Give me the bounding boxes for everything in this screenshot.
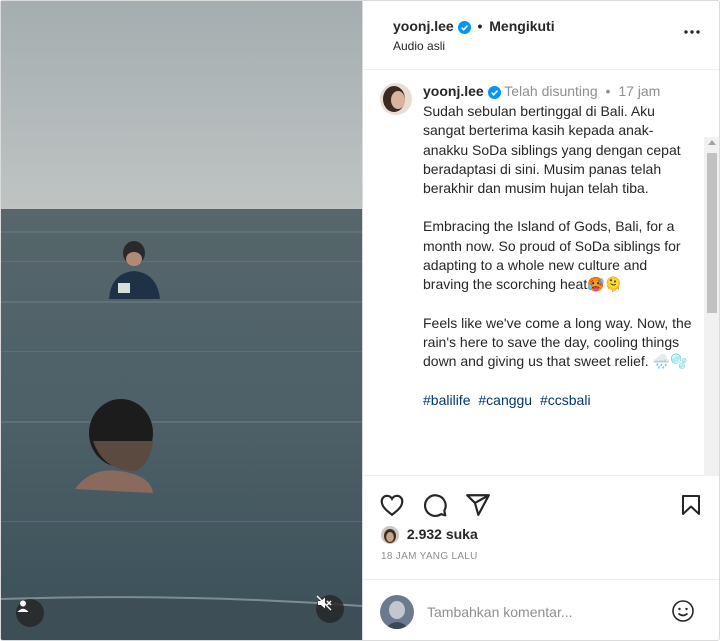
comment-button[interactable] (422, 492, 448, 523)
post-actions: 2.932 suka 18 JAM YANG LALU Tambahkan ko… (363, 475, 719, 640)
caption-username[interactable]: yoonj.lee (423, 83, 484, 99)
user-tag-button[interactable] (16, 599, 44, 627)
caption-area: yoonj.lee Telah disunting • 17 jam Sudah… (363, 69, 719, 475)
hashtag-link[interactable]: #ccsbali (540, 392, 591, 408)
heart-icon (380, 494, 404, 517)
caption-paragraph-1: Sudah sebulan bertinggal di Bali. Aku sa… (423, 103, 681, 197)
emoji-icon (672, 600, 694, 622)
like-button[interactable] (379, 492, 405, 523)
user-tag-icon (17, 600, 29, 612)
comment-icon (424, 494, 447, 517)
verified-badge-icon (457, 20, 471, 34)
author-avatar-image (380, 83, 412, 115)
more-options-button[interactable] (683, 23, 701, 46)
post-details-panel: yoonj.lee • Mengikuti Audio asli yoonj.l… (362, 1, 719, 640)
liker-avatar (381, 526, 399, 545)
save-button[interactable] (679, 492, 703, 523)
comment-input[interactable]: Tambahkan komentar... (427, 604, 573, 620)
likes-summary[interactable]: 2.932 suka (381, 526, 478, 545)
more-options-icon (684, 30, 700, 34)
share-icon (466, 494, 490, 516)
verified-badge-icon (487, 85, 501, 99)
mute-icon (316, 595, 332, 611)
likes-label: suka (445, 526, 478, 542)
author-avatar[interactable] (380, 83, 412, 115)
caption-paragraph-2: Embracing the Island of Gods, Bali, for … (423, 218, 681, 293)
mute-button[interactable] (316, 595, 344, 623)
liker-avatar-image (381, 526, 399, 545)
hashtag-link[interactable]: #canggu (478, 392, 532, 408)
post-dialog: yoonj.lee • Mengikuti Audio asli yoonj.l… (0, 0, 720, 641)
edited-label: Telah disunting (504, 83, 598, 99)
hashtag-list: #balilife #canggu #ccsbali (423, 391, 693, 410)
caption-separator: • (605, 83, 611, 99)
post-video[interactable] (1, 1, 362, 640)
post-header: yoonj.lee • Mengikuti Audio asli (363, 1, 719, 70)
hashtag-link[interactable]: #balilife (423, 392, 470, 408)
audio-label[interactable]: Audio asli (393, 39, 445, 53)
current-user-avatar-image (380, 595, 414, 629)
scroll-up-arrow-icon[interactable] (708, 140, 716, 145)
header-user-line: yoonj.lee • Mengikuti (393, 18, 555, 34)
header-separator: • (477, 18, 483, 34)
caption-paragraph-3: Feels like we've come a long way. Now, t… (423, 314, 692, 370)
scrollbar-thumb[interactable] (707, 153, 717, 313)
bookmark-icon (682, 495, 700, 515)
caption-meta: yoonj.lee Telah disunting • 17 jam (423, 83, 660, 99)
follow-status-button[interactable]: Mengikuti (489, 18, 554, 34)
caption-scrollbar[interactable] (704, 137, 719, 475)
caption-text: Sudah sebulan bertinggal di Bali. Aku sa… (423, 102, 693, 429)
likes-count: 2.932 (406, 526, 442, 542)
post-timestamp[interactable]: 18 JAM YANG LALU (381, 551, 478, 562)
header-username[interactable]: yoonj.lee (393, 18, 454, 34)
emoji-button[interactable] (671, 599, 695, 628)
share-button[interactable] (465, 492, 491, 523)
caption-time[interactable]: 17 jam (618, 83, 660, 99)
current-user-avatar (380, 595, 414, 629)
video-frame-image (1, 1, 362, 640)
comment-composer: Tambahkan komentar... (363, 579, 719, 640)
